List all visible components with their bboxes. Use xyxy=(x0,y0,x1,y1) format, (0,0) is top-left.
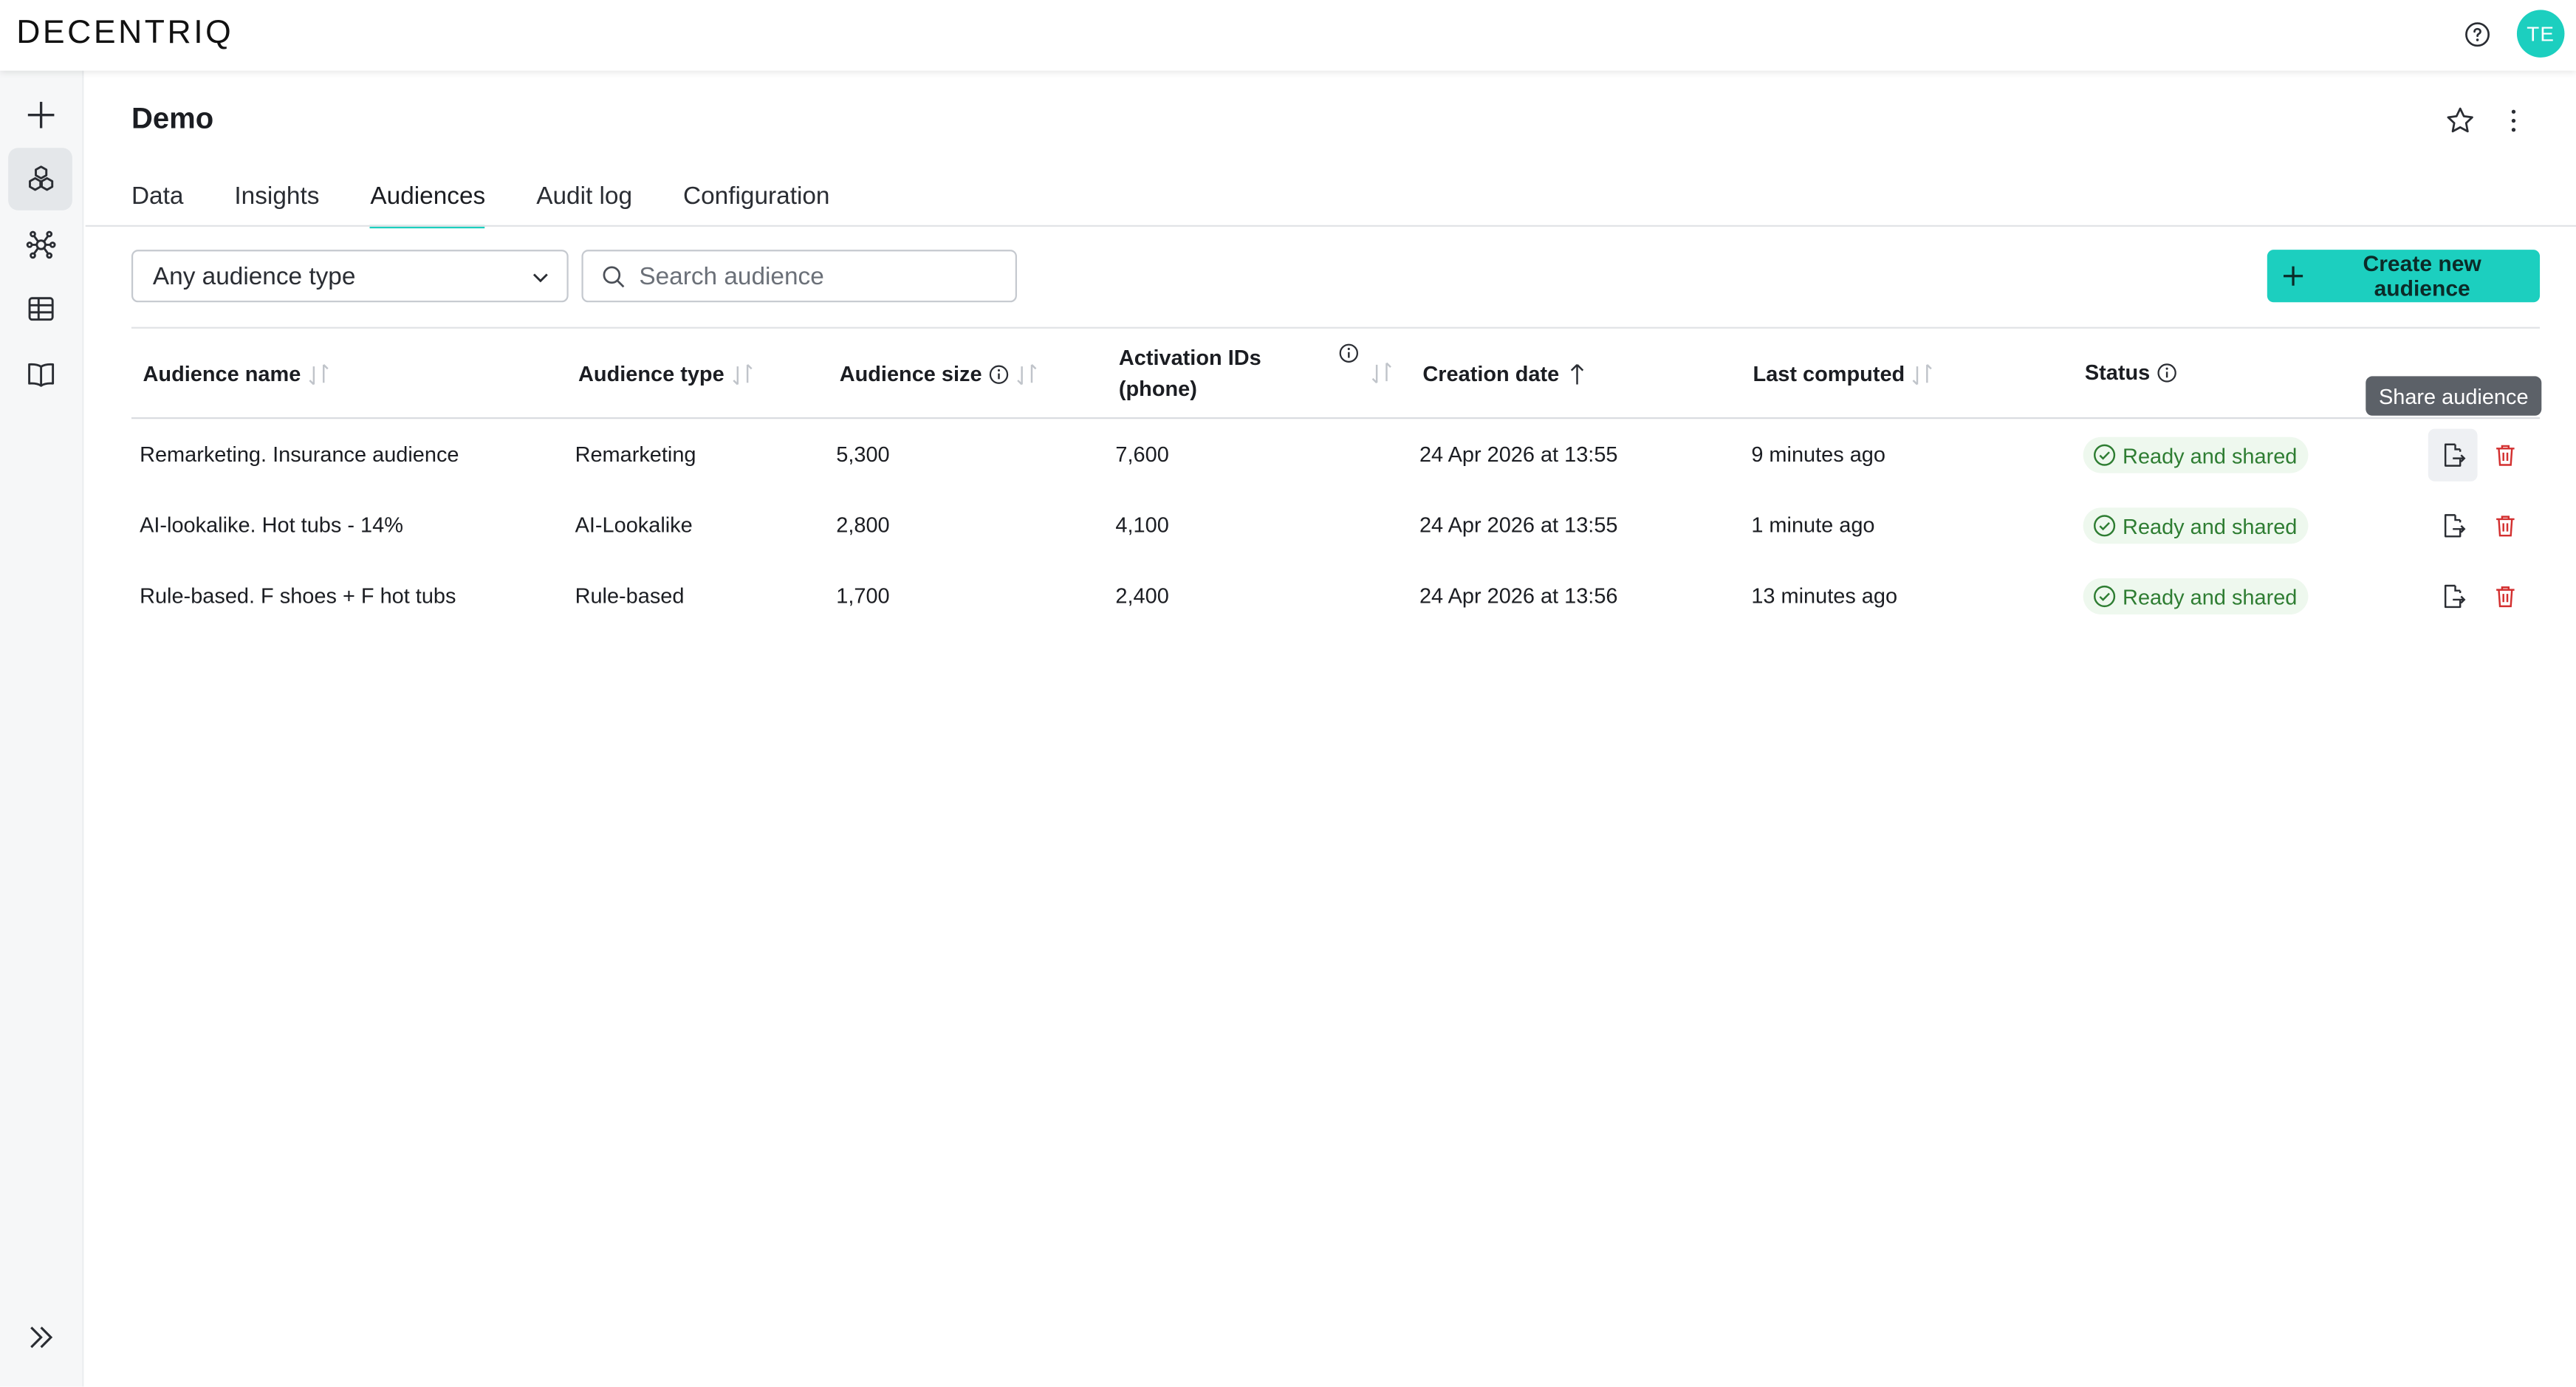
column-header-size[interactable]: Audience size xyxy=(840,358,1038,389)
tab-data[interactable]: Data xyxy=(131,171,183,227)
cubes-icon xyxy=(27,165,53,191)
chevron-down-icon xyxy=(532,273,548,283)
sidebar-item-clean-rooms[interactable] xyxy=(8,148,72,210)
create-audience-button[interactable]: Create new audience xyxy=(2267,250,2541,303)
cell-last-computed: 13 minutes ago xyxy=(1751,583,1898,609)
cell-audience-name: AI-lookalike. Hot tubs - 14% xyxy=(140,513,403,538)
check-circle-icon xyxy=(2094,444,2116,466)
column-header-activation-ids[interactable]: Activation IDs (phone) xyxy=(1119,342,1261,405)
sort-ascending-icon xyxy=(1571,363,1584,384)
sort-icon[interactable] xyxy=(1370,360,1393,386)
column-header-activation-ids-icons xyxy=(1339,343,1359,363)
sort-icon xyxy=(1016,363,1036,385)
column-header-last-computed[interactable]: Last computed xyxy=(1753,358,1935,389)
cell-last-computed: 1 minute ago xyxy=(1751,513,1875,538)
column-header-status[interactable]: Status xyxy=(2085,357,2176,388)
cell-last-computed: 9 minutes ago xyxy=(1751,442,1885,467)
info-icon[interactable] xyxy=(988,364,1008,384)
share-icon xyxy=(2444,443,2466,467)
logo: DECENTRIQ xyxy=(16,15,234,51)
table-icon xyxy=(27,297,53,321)
table-top-border xyxy=(131,326,2541,329)
tab-audit-log[interactable]: Audit log xyxy=(536,171,632,227)
delete-audience-button[interactable] xyxy=(2481,499,2530,552)
share-icon xyxy=(2444,514,2466,538)
sort-icon xyxy=(309,363,329,385)
star-icon[interactable] xyxy=(2445,105,2476,136)
create-audience-label: Create new audience xyxy=(2363,251,2481,301)
app-window: DECENTRIQ TE Demo Data Insights Audience… xyxy=(0,0,2576,1387)
audience-type-select-value: Any audience type xyxy=(152,261,356,290)
cell-audience-name: Rule-based. F shoes + F hot tubs xyxy=(140,583,456,609)
top-bar: DECENTRIQ TE xyxy=(0,0,2576,71)
info-icon[interactable] xyxy=(2157,363,2176,383)
expand-sidebar-icon[interactable] xyxy=(27,1324,56,1351)
book-icon xyxy=(27,363,53,387)
cell-audience-name: Remarketing. Insurance audience xyxy=(140,442,459,467)
sort-icon xyxy=(733,363,753,385)
tab-bar: Data Insights Audiences Audit log Config… xyxy=(131,171,881,229)
share-audience-button[interactable] xyxy=(2428,499,2478,552)
search-icon xyxy=(603,266,625,288)
share-icon xyxy=(2444,584,2466,609)
status-badge: Ready and shared xyxy=(2083,436,2309,473)
network-icon xyxy=(25,230,55,259)
table-header-border xyxy=(131,417,2541,419)
search-box[interactable] xyxy=(581,250,1017,303)
sort-icon xyxy=(1913,363,1933,385)
sidebar-item-datasets[interactable] xyxy=(8,278,72,340)
cell-audience-size: 1,700 xyxy=(836,583,890,609)
tab-insights[interactable]: Insights xyxy=(234,171,319,227)
delete-audience-button[interactable] xyxy=(2481,570,2530,623)
plus-icon xyxy=(2284,266,2303,286)
check-circle-icon xyxy=(2094,585,2116,608)
cell-audience-type: AI-Lookalike xyxy=(575,513,693,538)
check-circle-icon xyxy=(2094,515,2116,537)
share-audience-button[interactable] xyxy=(2428,570,2478,623)
trash-icon xyxy=(2496,586,2515,608)
search-input[interactable] xyxy=(635,260,1006,292)
column-header-type[interactable]: Audience type xyxy=(578,358,754,389)
tab-divider xyxy=(85,225,2576,227)
avatar[interactable]: TE xyxy=(2516,10,2565,58)
cell-activation-ids: 4,100 xyxy=(1115,513,1169,538)
share-audience-tooltip: Share audience xyxy=(2366,376,2542,416)
cell-activation-ids: 7,600 xyxy=(1115,442,1169,467)
sidebar xyxy=(0,70,84,1387)
column-header-creation-date[interactable]: Creation date xyxy=(1422,358,1589,389)
cell-creation-date: 24 Apr 2026 at 13:55 xyxy=(1419,513,1618,538)
delete-audience-button[interactable] xyxy=(2481,429,2530,482)
trash-icon xyxy=(2496,516,2515,537)
share-audience-button[interactable] xyxy=(2428,428,2478,482)
sidebar-item-docs[interactable] xyxy=(8,343,72,406)
status-badge: Ready and shared xyxy=(2083,507,2309,544)
cell-audience-size: 2,800 xyxy=(836,513,890,538)
sidebar-item-new[interactable] xyxy=(8,83,72,146)
more-vertical-icon[interactable] xyxy=(2501,105,2527,136)
tab-configuration[interactable]: Configuration xyxy=(683,171,830,227)
info-icon[interactable] xyxy=(1339,343,1359,363)
cell-creation-date: 24 Apr 2026 at 13:56 xyxy=(1419,583,1618,609)
tab-audiences[interactable]: Audiences xyxy=(370,171,486,229)
page-title: Demo xyxy=(131,101,214,135)
column-header-name[interactable]: Audience name xyxy=(143,358,331,389)
trash-icon xyxy=(2496,445,2515,466)
cell-audience-type: Remarketing xyxy=(575,442,696,467)
cell-audience-size: 5,300 xyxy=(836,442,890,467)
sidebar-item-collaborations[interactable] xyxy=(8,213,72,276)
cell-activation-ids: 2,400 xyxy=(1115,583,1169,609)
status-badge: Ready and shared xyxy=(2083,578,2309,614)
cell-audience-type: Rule-based xyxy=(575,583,685,609)
plus-icon xyxy=(27,101,54,129)
help-icon[interactable] xyxy=(2464,21,2491,48)
cell-creation-date: 24 Apr 2026 at 13:55 xyxy=(1419,442,1618,467)
audience-type-select[interactable]: Any audience type xyxy=(131,250,569,303)
